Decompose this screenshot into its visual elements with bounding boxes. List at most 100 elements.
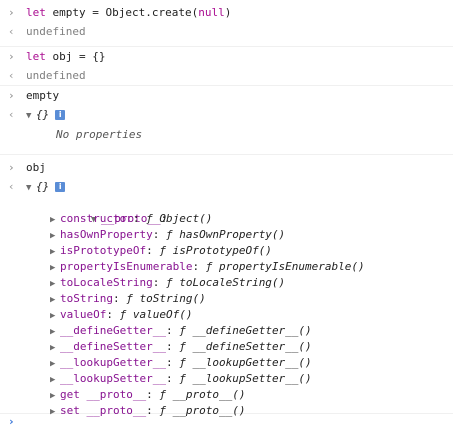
member-function: __lookupSetter__() xyxy=(192,372,312,385)
proto-member-row[interactable]: ▶ __defineSetter__: ƒ __defineSetter__() xyxy=(0,339,453,355)
devtools-console: › let empty = Object.create(null) ‹ unde… xyxy=(0,0,453,436)
collapsed-triangle-icon[interactable]: ▶ xyxy=(50,356,60,372)
member-key: constructor xyxy=(60,212,133,225)
proto-member-row[interactable]: ▶ constructor: ƒ Object() xyxy=(0,211,453,227)
function-f-icon: ƒ xyxy=(179,372,186,385)
member-key: isPrototypeOf xyxy=(60,244,147,257)
member-key: get __proto__ xyxy=(60,388,147,401)
info-icon[interactable]: i xyxy=(55,110,66,120)
proto-member-row[interactable]: ▶ hasOwnProperty: ƒ hasOwnProperty() xyxy=(0,227,453,243)
member-key: toString xyxy=(60,292,113,305)
function-f-icon: ƒ xyxy=(179,324,186,337)
collapsed-triangle-icon[interactable]: ▶ xyxy=(50,244,60,260)
member-key: __lookupSetter__ xyxy=(60,372,166,385)
collapsed-triangle-icon[interactable]: ▶ xyxy=(50,212,60,228)
collapsed-triangle-icon[interactable]: ▶ xyxy=(50,292,60,308)
member-key: __defineSetter__ xyxy=(60,340,166,353)
console-result-line: ‹ ▼{} i xyxy=(0,177,453,196)
proto-member-row[interactable]: ▶ toLocaleString: ƒ toLocaleString() xyxy=(0,275,453,291)
prompt-caret-icon: › xyxy=(8,415,15,428)
result-text: undefined xyxy=(26,69,86,82)
result-chevron-icon: ‹ xyxy=(8,108,15,121)
member-key: __lookupGetter__ xyxy=(60,356,166,369)
collapsed-triangle-icon[interactable]: ▶ xyxy=(50,372,60,388)
collapsed-triangle-icon[interactable]: ▶ xyxy=(50,324,60,340)
proto-member-row[interactable]: ▶ __lookupSetter__: ƒ __lookupSetter__() xyxy=(0,371,453,387)
member-function: valueOf() xyxy=(132,308,193,321)
colon: : xyxy=(152,276,166,289)
proto-member-row[interactable]: ▶ isPrototypeOf: ƒ isPrototypeOf() xyxy=(0,243,453,259)
console-input-line: › empty xyxy=(0,86,453,105)
input-suffix: ) xyxy=(224,6,232,19)
member-function: hasOwnProperty() xyxy=(179,228,286,241)
function-f-icon: ƒ xyxy=(165,276,173,289)
result-chevron-icon: ‹ xyxy=(8,69,15,82)
collapsed-triangle-icon[interactable]: ▶ xyxy=(50,276,60,292)
colon: : xyxy=(106,308,120,321)
object-preview: {} xyxy=(36,108,50,121)
console-input-text[interactable]: let obj = {} xyxy=(26,47,105,66)
console-input-text[interactable]: empty xyxy=(26,86,59,105)
function-f-icon: ƒ xyxy=(165,228,173,241)
console-prompt[interactable]: › xyxy=(0,411,453,433)
collapsed-triangle-icon[interactable]: ▶ xyxy=(50,260,60,276)
proto-row[interactable]: ▼ __proto__: xyxy=(0,195,453,225)
member-function: toLocaleString() xyxy=(179,276,286,289)
proto-member-row[interactable]: ▶ __lookupGetter__: ƒ __lookupGetter__() xyxy=(0,355,453,371)
collapsed-triangle-icon[interactable]: ▶ xyxy=(50,340,60,356)
colon: : xyxy=(146,388,160,401)
member-function: Object() xyxy=(159,212,213,225)
colon: : xyxy=(165,324,180,337)
function-f-icon: ƒ xyxy=(179,356,186,369)
console-input-text[interactable]: obj xyxy=(26,158,46,177)
info-icon[interactable]: i xyxy=(55,182,66,192)
member-function: __defineGetter__() xyxy=(192,324,312,337)
console-input-line: › obj xyxy=(0,158,453,177)
prompt-chevron-icon: › xyxy=(8,6,15,19)
console-input-line: › let obj = {} xyxy=(0,47,453,66)
colon: : xyxy=(165,372,180,385)
console-input-line: › let empty = Object.create(null) xyxy=(0,3,453,22)
proto-members-list: ▶ constructor: ƒ Object() ▶ hasOwnProperty:… xyxy=(0,211,453,419)
proto-member-row[interactable]: ▶ toString: ƒ toString() xyxy=(0,291,453,307)
member-function: isPrototypeOf() xyxy=(172,244,272,257)
function-f-icon: ƒ xyxy=(146,212,153,225)
member-function: __proto__() xyxy=(172,388,246,401)
function-f-icon: ƒ xyxy=(126,292,133,305)
collapsed-triangle-icon[interactable]: ▶ xyxy=(50,308,60,324)
prompt-chevron-icon: › xyxy=(8,50,15,63)
proto-member-row[interactable]: ▶ valueOf: ƒ valueOf() xyxy=(0,307,453,323)
result-text: undefined xyxy=(26,25,86,38)
no-properties-text: No properties xyxy=(56,128,143,141)
prompt-chevron-icon: › xyxy=(8,89,15,102)
result-chevron-icon: ‹ xyxy=(8,25,15,38)
function-f-icon: ƒ xyxy=(179,340,186,353)
member-function: __defineSetter__() xyxy=(192,340,312,353)
console-entry: › obj ‹ ▼{} i ▼ __proto__: ▶ constructor: ƒ… xyxy=(0,155,453,417)
member-key: hasOwnProperty xyxy=(60,228,153,241)
proto-member-row[interactable]: ▶ get __proto__: ƒ __proto__() xyxy=(0,387,453,403)
member-key: valueOf xyxy=(60,308,107,321)
colon: : xyxy=(165,356,180,369)
colon: : xyxy=(132,212,147,225)
proto-member-row[interactable]: ▶ propertyIsEnumerable: ƒ propertyIsEnume… xyxy=(0,259,453,275)
console-input-text[interactable]: let empty = Object.create(null) xyxy=(26,3,231,22)
proto-member-row[interactable]: ▶ __defineGetter__: ƒ __defineGetter__() xyxy=(0,323,453,339)
colon: : xyxy=(152,228,166,241)
colon: : xyxy=(192,260,206,273)
function-f-icon: ƒ xyxy=(159,244,166,257)
input-rest: obj = {} xyxy=(45,50,106,63)
member-function: __lookupGetter__() xyxy=(192,356,312,369)
collapsed-triangle-icon[interactable]: ▶ xyxy=(50,228,60,244)
no-properties-line: No properties xyxy=(0,124,453,146)
console-entry: › let obj = {} ‹ undefined xyxy=(0,47,453,86)
collapsed-triangle-icon[interactable]: ▶ xyxy=(50,388,60,404)
member-key: __defineGetter__ xyxy=(60,324,166,337)
object-result[interactable]: ▼{} i xyxy=(26,105,66,126)
result-chevron-icon: ‹ xyxy=(8,180,15,193)
function-f-icon: ƒ xyxy=(159,388,166,401)
